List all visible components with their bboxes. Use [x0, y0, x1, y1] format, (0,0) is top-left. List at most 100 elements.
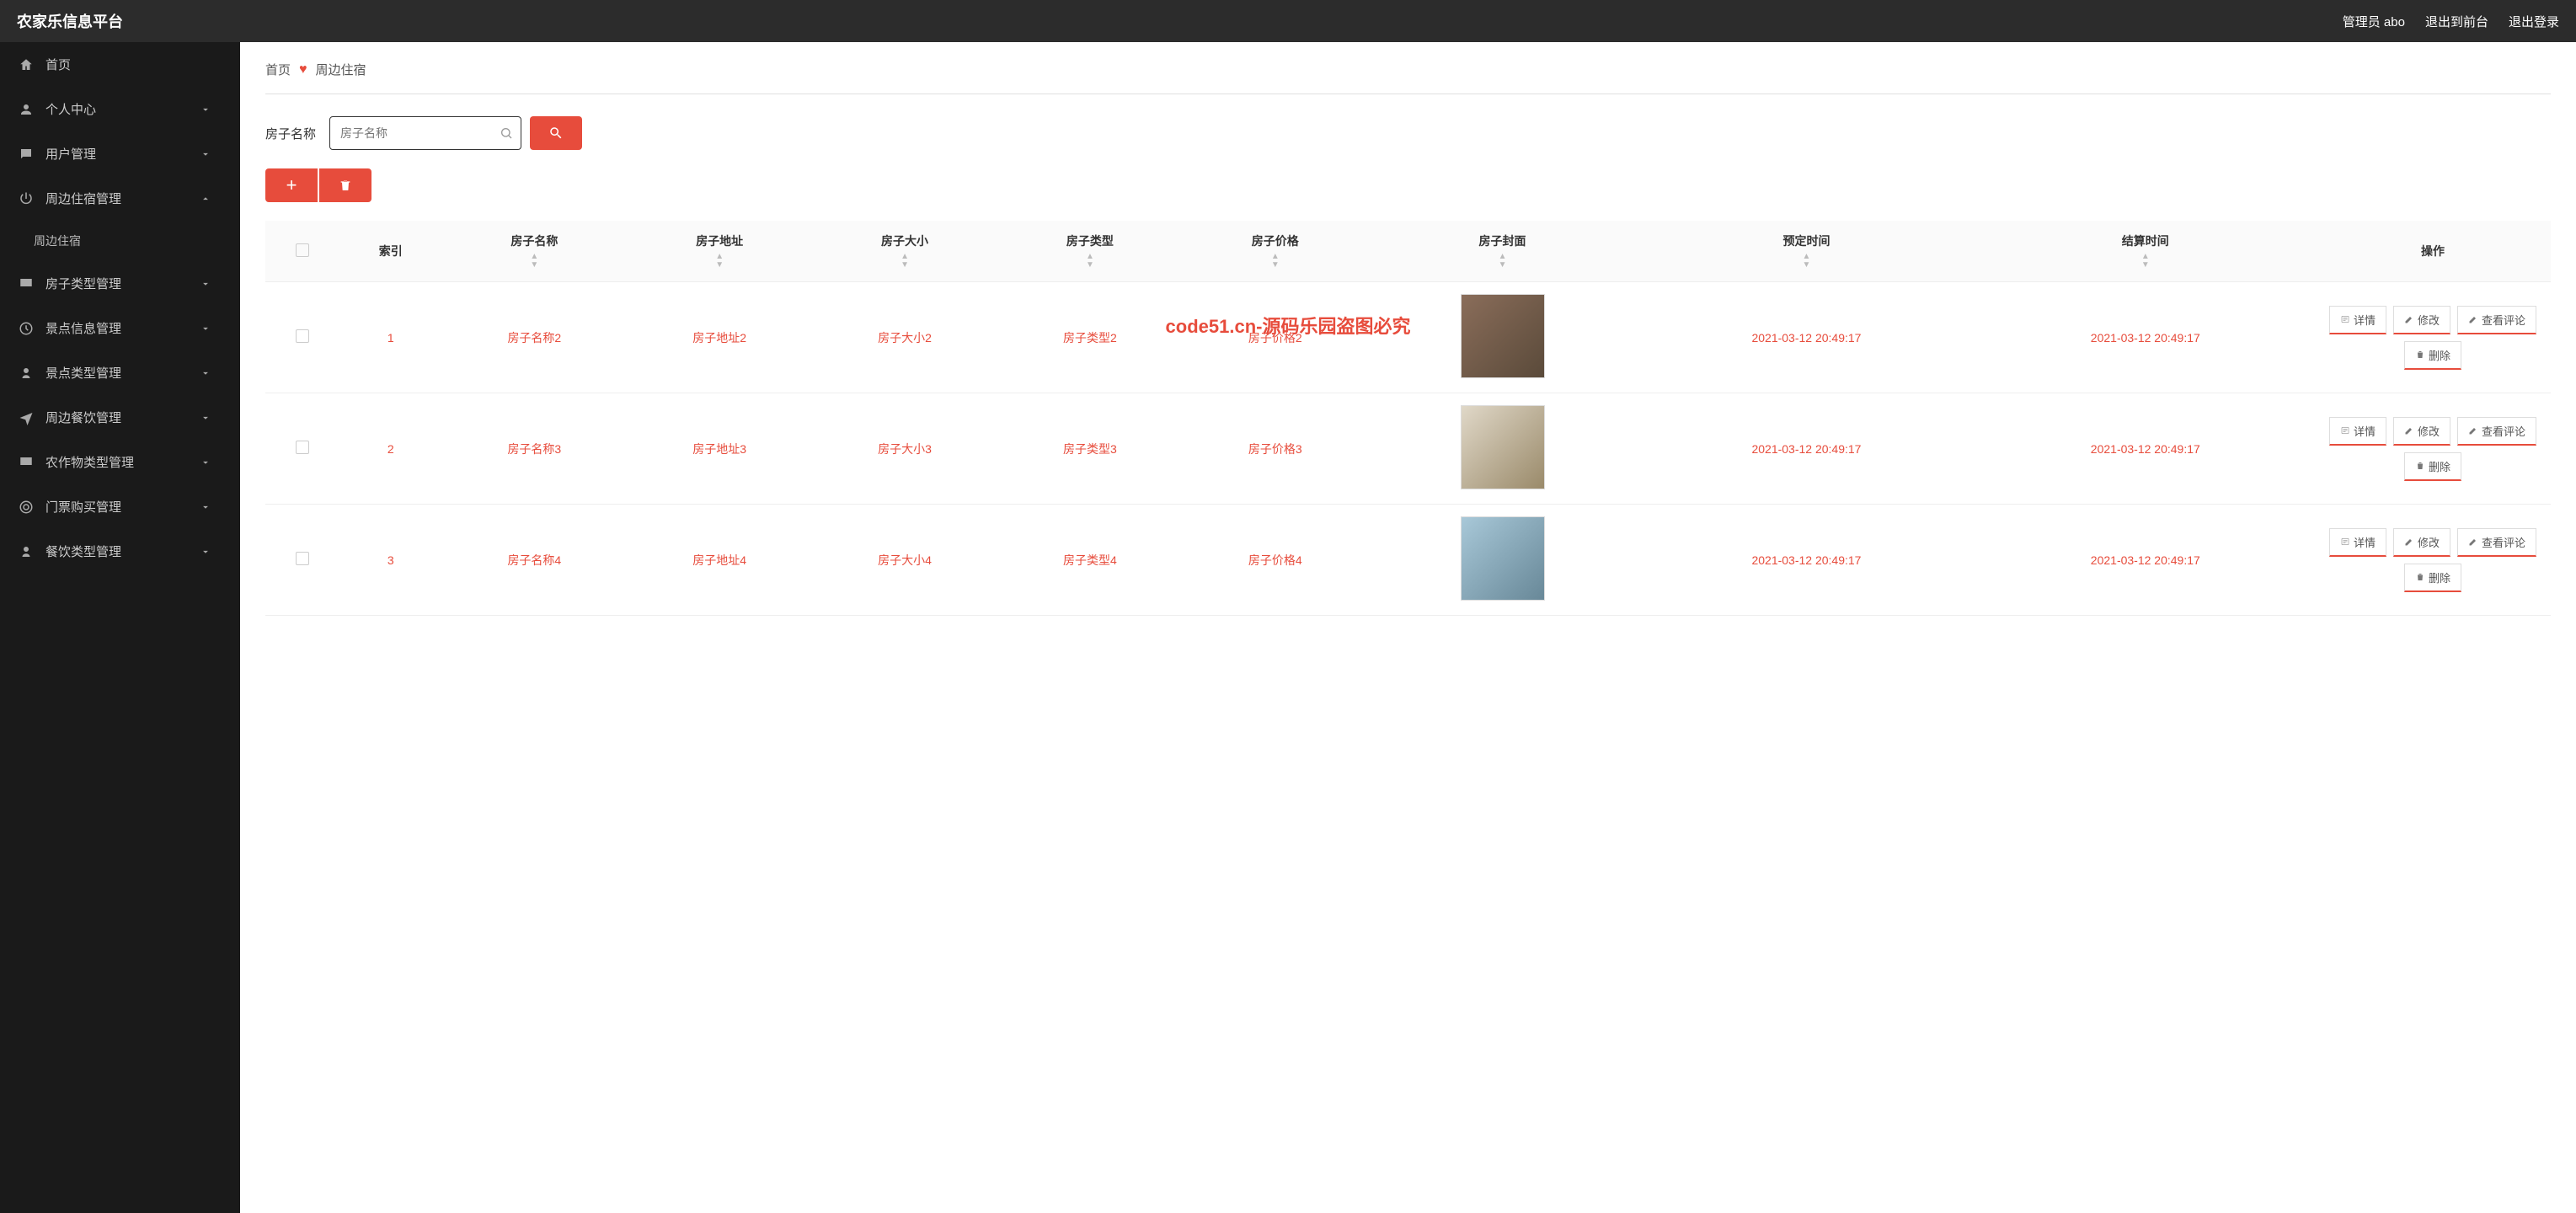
view-comments-button[interactable]: 查看评论 — [2457, 306, 2536, 334]
monitor-icon — [19, 455, 34, 470]
table-header[interactable]: 房子名称▲▼ — [441, 221, 627, 282]
sidebar-item-6[interactable]: 景点类型管理 — [0, 350, 240, 395]
table-header[interactable]: 房子地址▲▼ — [627, 221, 812, 282]
table-header[interactable]: 预定时间▲▼ — [1637, 221, 1975, 282]
sidebar-item-4[interactable]: 房子类型管理 — [0, 261, 240, 306]
edit-button[interactable]: 修改 — [2393, 528, 2450, 557]
checkbox-all[interactable] — [296, 243, 309, 257]
cell-addr: 房子地址4 — [627, 505, 812, 616]
sidebar-item-3[interactable]: 周边住宿管理 — [0, 176, 240, 221]
monitor-icon — [19, 276, 34, 291]
search-button[interactable] — [530, 116, 582, 150]
row-checkbox[interactable] — [296, 552, 309, 565]
breadcrumb-current: 周边住宿 — [316, 61, 366, 78]
thumbnail-image[interactable] — [1461, 405, 1545, 489]
view-comments-button[interactable]: 查看评论 — [2457, 417, 2536, 446]
topbar: 农家乐信息平台 管理员 abo 退出到前台 退出登录 — [0, 0, 2576, 42]
table-header[interactable]: 房子大小▲▼ — [812, 221, 997, 282]
detail-button[interactable]: 详情 — [2329, 306, 2386, 334]
cell-type: 房子类型4 — [997, 505, 1183, 616]
sidebar-item-0[interactable]: 首页 — [0, 42, 240, 87]
logout-link[interactable]: 退出登录 — [2509, 13, 2559, 30]
sort-icon: ▲▼ — [448, 253, 620, 270]
edit-button[interactable]: 修改 — [2393, 417, 2450, 446]
sidebar-item-10[interactable]: 餐饮类型管理 — [0, 529, 240, 574]
delete-button[interactable]: 删除 — [2404, 341, 2461, 370]
table-header: 操作 — [2315, 221, 2551, 282]
table-row: 3房子名称4房子地址4房子大小4房子类型4房子价格4 2021-03-12 20:… — [265, 505, 2551, 616]
detail-button[interactable]: 详情 — [2329, 528, 2386, 557]
cell-index: 3 — [339, 505, 441, 616]
exit-front-link[interactable]: 退出到前台 — [2425, 13, 2488, 30]
sidebar-item-label: 景点信息管理 — [45, 319, 121, 337]
sidebar-item-5[interactable]: 景点信息管理 — [0, 306, 240, 350]
sidebar-item-label: 房子类型管理 — [45, 275, 121, 292]
table-header[interactable]: 房子封面▲▼ — [1368, 221, 1638, 282]
sidebar-subitem[interactable]: 周边住宿 — [0, 221, 240, 261]
sidebar-item-7[interactable]: 周边餐饮管理 — [0, 395, 240, 440]
cell-ops: 详情修改查看评论删除 — [2315, 282, 2551, 393]
cell-type: 房子类型2 — [997, 282, 1183, 393]
cell-cover — [1368, 505, 1638, 616]
cell-price: 房子价格2 — [1183, 282, 1368, 393]
cell-name: 房子名称2 — [441, 282, 627, 393]
sort-icon: ▲▼ — [819, 253, 991, 270]
user2-icon — [19, 544, 34, 559]
sidebar-item-label: 周边餐饮管理 — [45, 409, 121, 426]
sort-icon: ▲▼ — [1983, 253, 2308, 270]
cell-addr: 房子地址2 — [627, 282, 812, 393]
table-header[interactable]: 结算时间▲▼ — [1976, 221, 2315, 282]
delete-batch-button[interactable] — [319, 168, 371, 202]
cell-index: 1 — [339, 282, 441, 393]
add-button[interactable]: + — [265, 168, 318, 202]
cell-book-time: 2021-03-12 20:49:17 — [1637, 505, 1975, 616]
cell-ops: 详情修改查看评论删除 — [2315, 393, 2551, 505]
delete-button[interactable]: 删除 — [2404, 564, 2461, 592]
table-header[interactable]: 房子价格▲▼ — [1183, 221, 1368, 282]
trash-icon — [339, 179, 352, 192]
view-comments-button[interactable]: 查看评论 — [2457, 528, 2536, 557]
sidebar-item-8[interactable]: 农作物类型管理 — [0, 440, 240, 484]
sidebar-item-1[interactable]: 个人中心 — [0, 87, 240, 131]
admin-label[interactable]: 管理员 abo — [2343, 13, 2405, 30]
edit-button[interactable]: 修改 — [2393, 306, 2450, 334]
row-checkbox[interactable] — [296, 441, 309, 454]
cell-name: 房子名称4 — [441, 505, 627, 616]
delete-button[interactable]: 删除 — [2404, 452, 2461, 481]
table-row: 1房子名称2房子地址2房子大小2房子类型2房子价格2 2021-03-12 20:… — [265, 282, 2551, 393]
cell-cover — [1368, 393, 1638, 505]
msg-icon — [19, 147, 34, 162]
home-icon — [19, 57, 34, 72]
cell-settle-time: 2021-03-12 20:49:17 — [1976, 505, 2315, 616]
cell-book-time: 2021-03-12 20:49:17 — [1637, 282, 1975, 393]
search-icon — [548, 126, 564, 141]
detail-button[interactable]: 详情 — [2329, 417, 2386, 446]
app-title: 农家乐信息平台 — [17, 10, 123, 32]
chevron-down-icon — [200, 412, 211, 424]
sidebar-item-label: 周边住宿管理 — [45, 190, 121, 207]
sidebar-item-9[interactable]: 门票购买管理 — [0, 484, 240, 529]
sidebar-item-label: 首页 — [45, 56, 71, 73]
cell-settle-time: 2021-03-12 20:49:17 — [1976, 282, 2315, 393]
breadcrumb-home[interactable]: 首页 — [265, 61, 291, 78]
chevron-down-icon — [200, 367, 211, 379]
chevron-down-icon — [200, 148, 211, 160]
chevron-down-icon — [200, 323, 211, 334]
thumbnail-image[interactable] — [1461, 294, 1545, 378]
topbar-right: 管理员 abo 退出到前台 退出登录 — [2343, 13, 2559, 30]
thumbnail-image[interactable] — [1461, 516, 1545, 601]
search-row: 房子名称 — [265, 116, 2551, 150]
cell-price: 房子价格3 — [1183, 393, 1368, 505]
chevron-down-icon — [200, 104, 211, 115]
table-row: 2房子名称3房子地址3房子大小3房子类型3房子价格32021-03-12 20:… — [265, 393, 2551, 505]
sort-icon: ▲▼ — [1189, 253, 1361, 270]
search-input[interactable] — [329, 116, 521, 150]
chevron-up-icon — [200, 193, 211, 205]
cell-price: 房子价格4 — [1183, 505, 1368, 616]
sidebar-item-2[interactable]: 用户管理 — [0, 131, 240, 176]
cell-addr: 房子地址3 — [627, 393, 812, 505]
row-checkbox[interactable] — [296, 329, 309, 343]
cell-size: 房子大小2 — [812, 282, 997, 393]
table-header[interactable]: 房子类型▲▼ — [997, 221, 1183, 282]
cell-size: 房子大小4 — [812, 505, 997, 616]
